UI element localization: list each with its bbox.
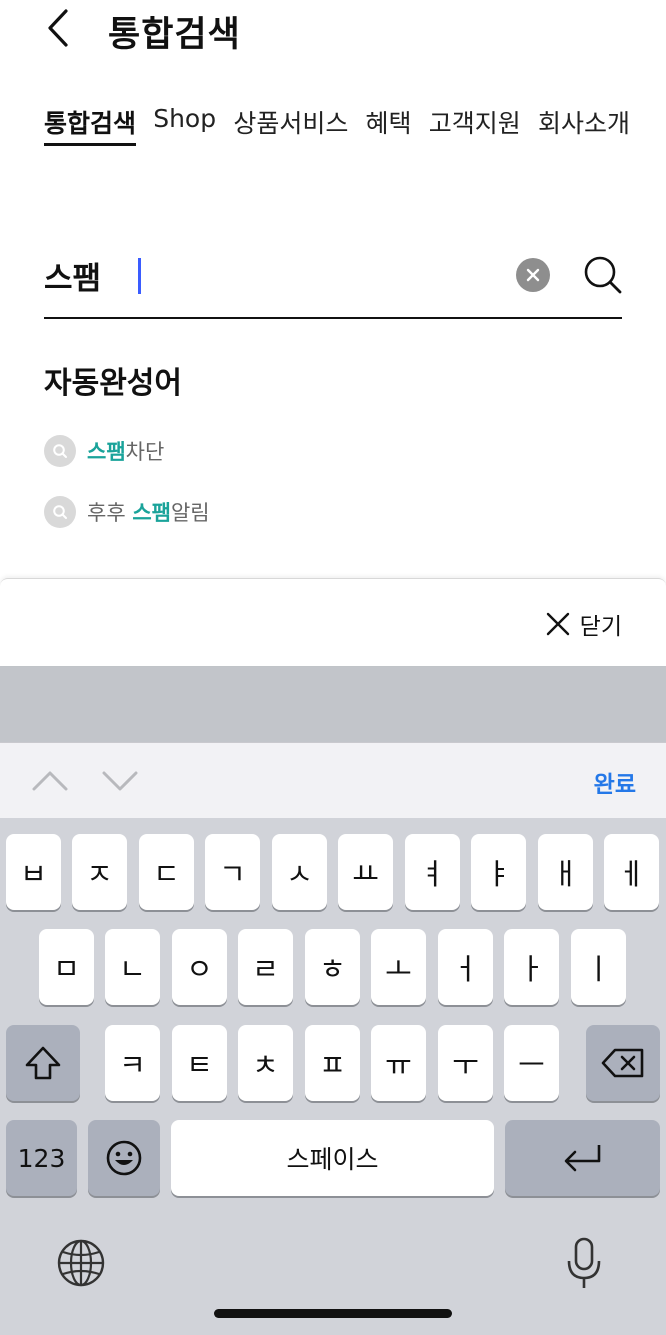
tab-integrated-search[interactable]: 통합검색 <box>44 104 137 146</box>
shift-key[interactable] <box>6 1025 80 1101</box>
clear-search-button[interactable] <box>516 258 550 292</box>
autocomplete-text: 스팸차단 <box>87 436 164 466</box>
clear-icon <box>526 268 540 282</box>
chevron-up-icon <box>32 771 68 791</box>
tab-customer-support[interactable]: 고객지원 <box>429 104 521 144</box>
page-title: 통합검색 <box>108 15 241 55</box>
close-button[interactable]: 닫기 <box>546 607 622 641</box>
tab-products-services[interactable]: 상품서비스 <box>233 104 348 144</box>
key[interactable]: ㅠ <box>371 1025 426 1101</box>
key[interactable]: ㅊ <box>238 1025 293 1101</box>
search-category-tabs: 통합검색 Shop 상품서비스 혜택 고객지원 회사소개 <box>44 104 630 146</box>
key[interactable]: ㅓ <box>438 929 493 1005</box>
microphone-icon <box>567 1237 601 1288</box>
key[interactable]: ㅈ <box>72 834 127 910</box>
key[interactable]: ㅌ <box>172 1025 227 1101</box>
search-button[interactable] <box>582 254 624 296</box>
dictation-button[interactable] <box>564 1236 604 1292</box>
key[interactable]: ㅅ <box>272 834 327 910</box>
key[interactable]: ㅣ <box>571 929 626 1005</box>
emoji-key[interactable] <box>88 1120 160 1196</box>
return-icon <box>564 1145 600 1172</box>
autocomplete-suffix: 알림 <box>170 501 210 525</box>
key[interactable]: ㅜ <box>438 1025 493 1101</box>
chevron-down-icon <box>102 771 138 791</box>
key[interactable]: ㄷ <box>139 834 194 910</box>
key[interactable]: ㅎ <box>305 929 360 1005</box>
numbers-key[interactable]: 123 <box>6 1120 77 1196</box>
return-key[interactable] <box>505 1120 660 1196</box>
key[interactable]: ㅡ <box>504 1025 559 1101</box>
tab-company-info[interactable]: 회사소개 <box>538 104 630 144</box>
autocomplete-suffix: 차단 <box>125 440 165 464</box>
autocomplete-item[interactable]: 스팸차단 <box>44 434 164 468</box>
space-key[interactable]: 스페이스 <box>171 1120 494 1196</box>
emoji-icon <box>106 1140 142 1176</box>
back-button[interactable] <box>36 6 80 50</box>
key[interactable]: ㅏ <box>504 929 559 1005</box>
backspace-icon <box>601 1048 644 1078</box>
autocomplete-prefix: 후후 <box>87 501 133 525</box>
chevron-left-icon <box>48 9 68 47</box>
close-icon <box>546 612 569 636</box>
search-icon <box>44 435 76 467</box>
previous-field-button[interactable] <box>30 765 70 795</box>
globe-icon <box>57 1239 105 1287</box>
tab-benefits[interactable]: 혜택 <box>366 104 412 144</box>
key[interactable]: ㄱ <box>205 834 260 910</box>
shift-icon <box>25 1046 61 1080</box>
key[interactable]: ㅔ <box>604 834 659 910</box>
key[interactable]: ㄹ <box>238 929 293 1005</box>
key[interactable]: ㅕ <box>405 834 460 910</box>
key[interactable]: ㅗ <box>371 929 426 1005</box>
search-icon <box>584 256 622 294</box>
key[interactable]: ㅇ <box>172 929 227 1005</box>
key[interactable]: ㅍ <box>305 1025 360 1101</box>
key[interactable]: ㅋ <box>105 1025 160 1101</box>
key[interactable]: ㅛ <box>338 834 393 910</box>
autocomplete-heading: 자동완성어 <box>44 366 182 401</box>
key[interactable]: ㅂ <box>6 834 61 910</box>
globe-button[interactable] <box>56 1238 106 1288</box>
key[interactable]: ㅐ <box>538 834 593 910</box>
text-caret <box>138 258 141 294</box>
search-bar <box>44 244 622 319</box>
key[interactable]: ㅁ <box>39 929 94 1005</box>
autocomplete-text: 후후 스팸알림 <box>87 497 210 527</box>
delete-key[interactable] <box>586 1025 660 1101</box>
autocomplete-highlight: 스팸 <box>87 440 126 464</box>
autocomplete-highlight: 스팸 <box>132 501 171 525</box>
search-icon <box>44 496 76 528</box>
close-label: 닫기 <box>579 614 622 640</box>
keyboard-toolbar: 완료 <box>0 742 666 818</box>
dimmed-overlay <box>0 666 666 742</box>
next-field-button[interactable] <box>100 765 140 795</box>
done-button[interactable]: 완료 <box>594 765 636 799</box>
key[interactable]: ㅑ <box>471 834 526 910</box>
search-input[interactable] <box>44 252 484 298</box>
home-indicator <box>214 1309 452 1318</box>
tab-shop[interactable]: Shop <box>153 104 216 144</box>
autocomplete-close-bar: 닫기 <box>0 578 666 666</box>
autocomplete-item[interactable]: 후후 스팸알림 <box>44 495 210 529</box>
key[interactable]: ㄴ <box>105 929 160 1005</box>
korean-keyboard: ㅂ ㅈ ㄷ ㄱ ㅅ ㅛ ㅕ ㅑ ㅐ ㅔ ㅁ ㄴ ㅇ ㄹ ㅎ ㅗ ㅓ ㅏ ㅣ ㅋ … <box>0 818 666 1335</box>
